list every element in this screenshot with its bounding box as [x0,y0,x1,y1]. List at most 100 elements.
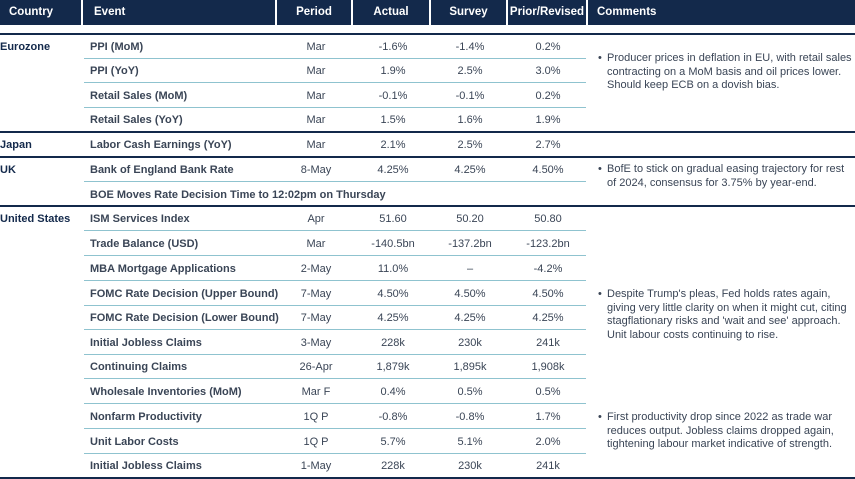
prior-value: 2.7% [535,139,561,151]
period-value: 3-May [300,337,332,349]
prior-value: 4.50% [532,288,564,300]
period-value: Mar [306,65,326,77]
period-value: 26-Apr [299,361,333,373]
prior-value: 50.80 [534,213,562,225]
survey-value: 2.5% [457,65,483,77]
survey-value: 230k [458,337,482,349]
header-survey: Survey [431,0,508,25]
prior-value: 0.2% [535,41,561,53]
survey-value: 1,895k [453,361,487,373]
header-period: Period [277,0,353,25]
uk-note: BOE Moves Rate Decision Time to 12:02pm … [90,189,386,201]
period-value: 1Q P [303,436,329,448]
period-value: 8-May [300,164,332,176]
comment-eurozone: • Producer prices in deflation in EU, wi… [598,52,854,93]
prior-value: 4.50% [532,164,564,176]
event-label: Bank of England Bank Rate [90,164,234,176]
comment-productivity: • First productivity drop since 2022 as … [598,411,854,452]
survey-value: 1.6% [457,114,483,126]
comment-fed: • Despite Trump's pleas, Fed holds rates… [598,288,854,342]
prior-value: 4.25% [532,312,564,324]
prior-value: 1.9% [535,114,561,126]
survey-value: 5.1% [457,436,483,448]
row-rule [84,354,586,355]
survey-value: 230k [458,460,482,472]
survey-value: -0.8% [455,411,485,423]
row-rule [84,305,586,306]
row-rule [84,255,586,256]
header-country: Country [0,0,83,25]
prior-value: -123.2bn [526,238,570,250]
prior-value: 0.2% [535,90,561,102]
comment-text: Despite Trump's pleas, Fed holds rates a… [607,288,847,341]
period-value: 1Q P [303,411,329,423]
event-label: Unit Labor Costs [90,436,179,448]
bullet-icon: • [598,288,602,300]
actual-value: 11.0% [377,263,409,275]
period-value: 1-May [300,460,332,472]
row-rule [84,280,586,281]
period-value: Mar [306,41,326,53]
survey-value: – [466,263,474,275]
period-value: 7-May [300,312,332,324]
event-label: ISM Services Index [90,213,190,225]
prior-value: 1,908k [531,361,565,373]
country-japan: Japan [0,139,32,151]
country-united-states: United States [0,213,71,225]
period-value: Mar [306,238,326,250]
economic-calendar: { "headers": { "country": "Country", "ev… [0,0,855,479]
row-rule [84,403,586,404]
section-divider [0,156,855,158]
row-rule [84,230,586,231]
period-value: Apr [307,213,325,225]
survey-value: -1.4% [455,41,485,53]
event-label: Wholesale Inventories (MoM) [90,386,242,398]
survey-value: 4.50% [454,288,486,300]
event-label: Retail Sales (MoM) [90,90,188,102]
comment-text: First productivity drop since 2022 as tr… [607,411,834,450]
event-label: PPI (YoY) [90,65,139,77]
actual-value: -0.8% [378,411,408,423]
header-comments: Comments [597,6,657,18]
actual-value: -140.5bn [371,238,415,250]
actual-value: 5.7% [380,436,406,448]
actual-value: 1.9% [380,65,406,77]
actual-value: 4.25% [377,312,409,324]
prior-value: 0.5% [535,386,561,398]
actual-value: 1,879k [376,361,410,373]
prior-value: 241k [536,460,560,472]
actual-value: 51.60 [379,213,407,225]
actual-value: 228k [381,460,405,472]
period-value: Mar [306,139,326,151]
row-rule [84,378,586,379]
period-value: 7-May [300,288,332,300]
table-header: Country Event Period Actual Survey Prior… [0,0,855,25]
survey-value: -137.2bn [448,238,492,250]
bullet-icon: • [598,163,602,175]
survey-value: 2.5% [457,139,483,151]
actual-value: 228k [381,337,405,349]
actual-value: -0.1% [378,90,408,102]
prior-value: 1.7% [535,411,561,423]
event-label: MBA Mortgage Applications [90,263,236,275]
survey-value: 50.20 [456,213,484,225]
section-divider [0,205,855,207]
period-value: Mar [306,90,326,102]
header-prior-revised: Prior/Revised [508,0,588,25]
event-label: PPI (MoM) [90,41,144,53]
row-rule [84,107,586,108]
actual-value: -1.6% [378,41,408,53]
event-label: Trade Balance (USD) [90,238,199,250]
event-label: Initial Jobless Claims [90,337,202,349]
period-value: Mar F [301,386,331,398]
survey-value: 0.5% [457,386,483,398]
period-value: 2-May [300,263,332,275]
prior-value: 3.0% [535,65,561,77]
survey-value: 4.25% [454,312,486,324]
row-rule [84,82,586,83]
event-label: FOMC Rate Decision (Lower Bound) [90,312,279,324]
actual-value: 1.5% [380,114,406,126]
event-label: Initial Jobless Claims [90,460,202,472]
comment-uk: • BofE to stick on gradual easing trajec… [598,163,854,190]
section-divider [0,33,855,35]
